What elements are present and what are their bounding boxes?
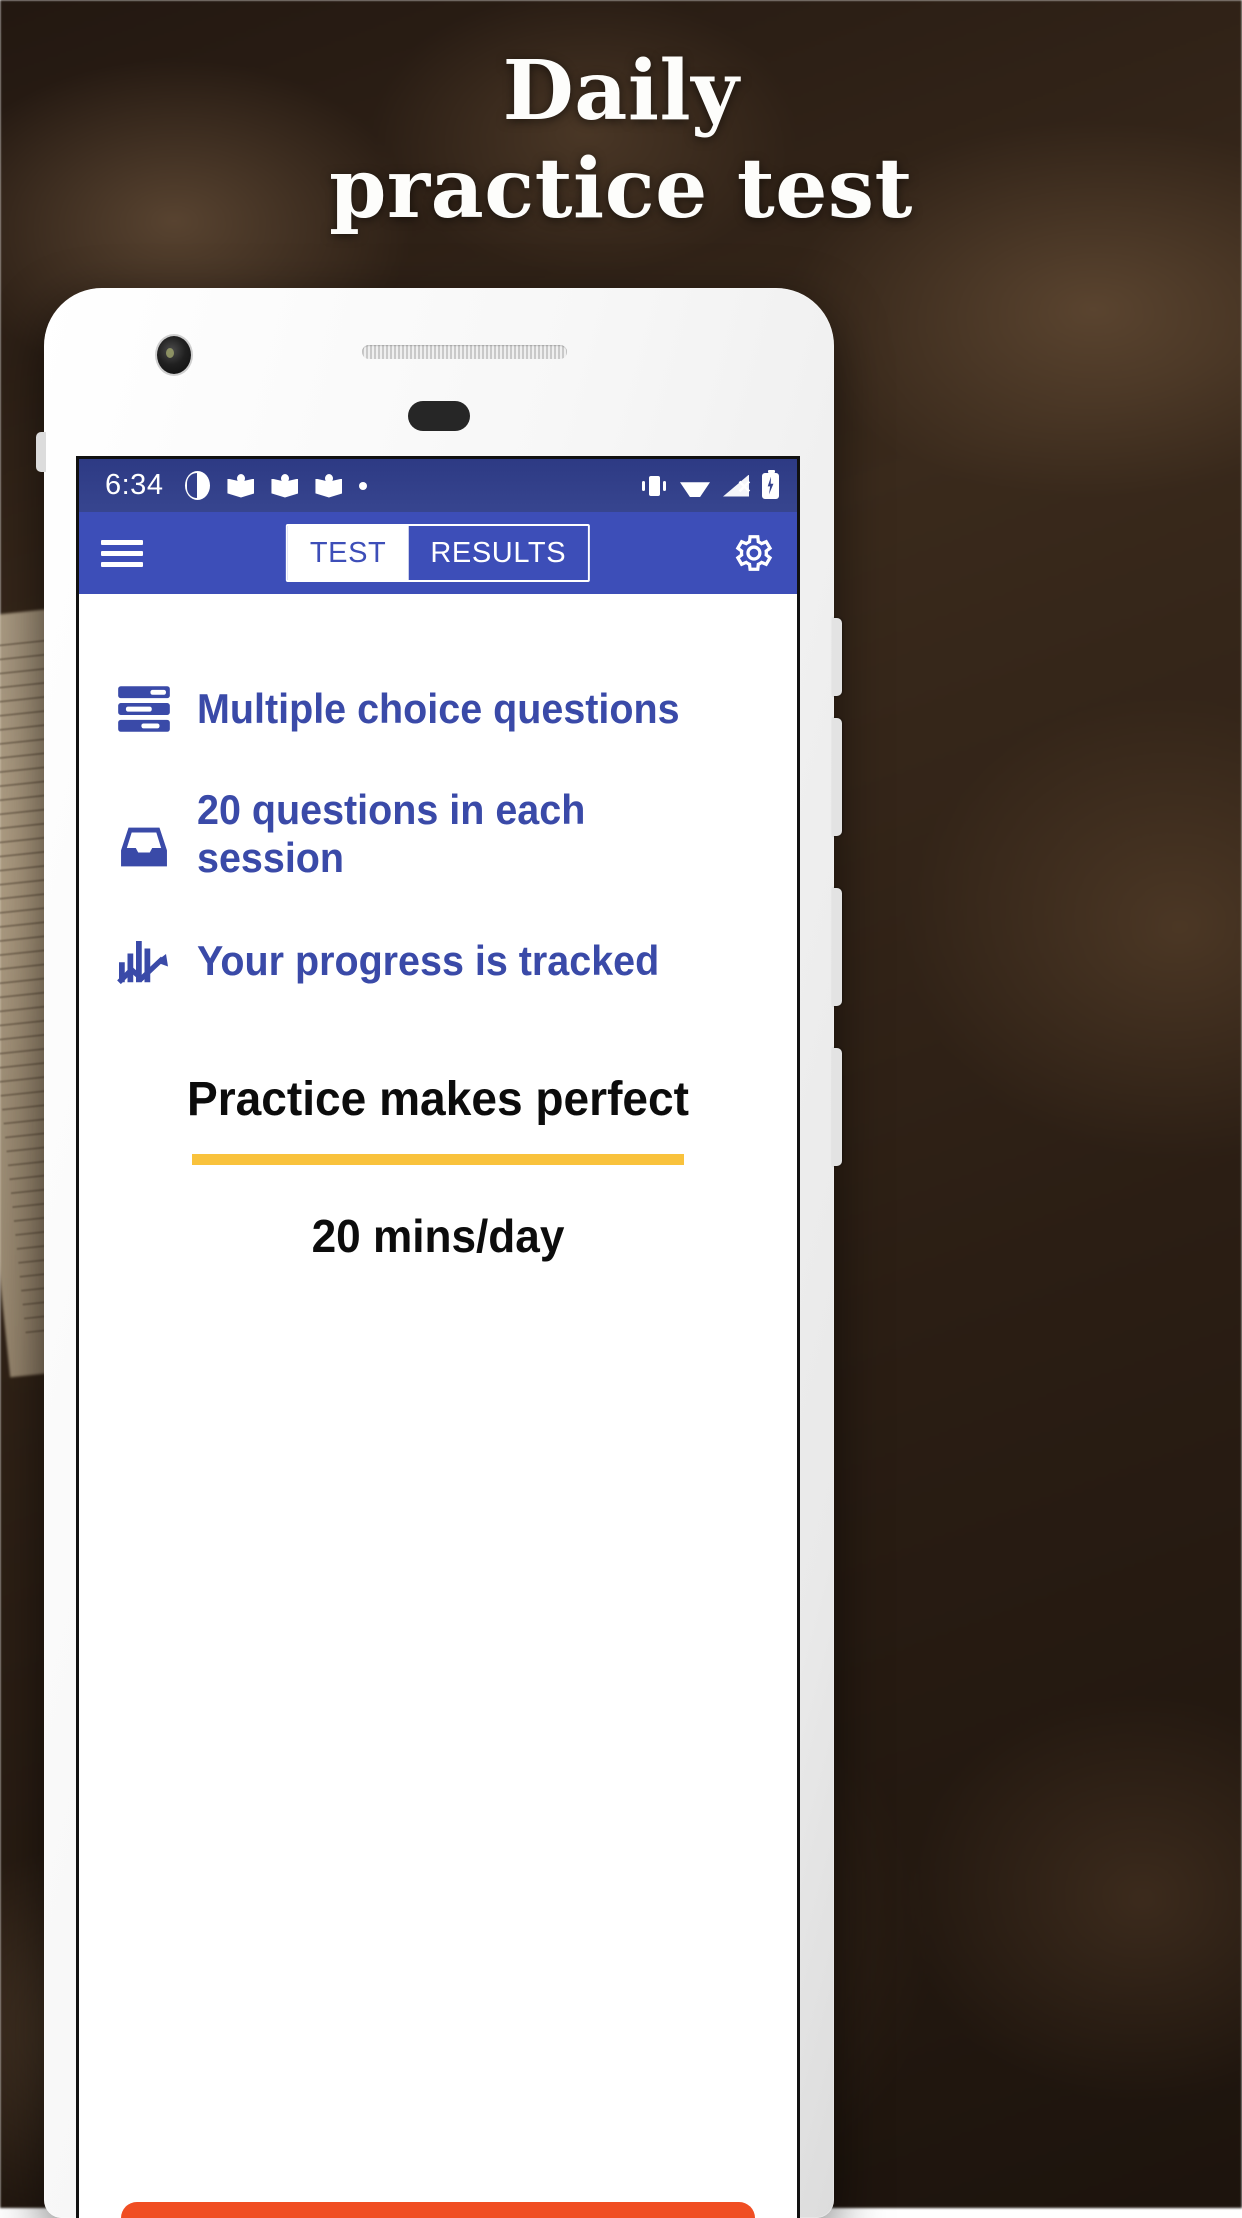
feature-label: Your progress is tracked (197, 937, 659, 985)
promo-headline: Daily practice test (0, 42, 1242, 238)
tagline-underline-divider (192, 1154, 684, 1165)
headline-line-2: practice test (0, 140, 1242, 238)
phone-mockup: 6:34 ✕ TEST (44, 288, 834, 2218)
screen-content: Multiple choice questions 20 questions i… (79, 674, 797, 2218)
status-bar: 6:34 ✕ (79, 459, 797, 512)
feature-row: Multiple choice questions (79, 674, 797, 744)
camera-lens-glint (166, 348, 174, 358)
wifi-icon (680, 475, 710, 497)
clock-icon (185, 471, 210, 500)
vibrate-icon (641, 474, 667, 498)
battery-charging-icon (762, 473, 779, 499)
tab-results[interactable]: RESULTS (408, 526, 588, 580)
feature-label: Multiple choice questions (197, 685, 680, 733)
book-icon (315, 474, 342, 498)
segmented-tabs: TEST RESULTS (286, 524, 590, 582)
home-button (408, 401, 470, 431)
list-lines-icon (109, 674, 179, 744)
phone-side-button (832, 718, 842, 836)
front-camera-icon (157, 336, 191, 374)
book-icon (271, 474, 298, 498)
tab-test[interactable]: TEST (288, 526, 409, 580)
phone-side-button (832, 1048, 842, 1166)
start-test-button[interactable] (121, 2202, 755, 2218)
feature-label: 20 questions in each session (197, 786, 733, 882)
phone-screen: 6:34 ✕ TEST (76, 456, 800, 2218)
bar-chart-trend-icon (109, 926, 179, 996)
inbox-tray-icon (109, 812, 179, 882)
phone-side-button-left (36, 432, 46, 472)
book-icon (227, 474, 254, 498)
gear-icon[interactable] (729, 530, 775, 576)
dot-icon (359, 482, 367, 490)
phone-side-button (832, 618, 842, 696)
status-bar-system-icons: ✕ (641, 473, 779, 499)
duration-label: 20 mins/day (93, 1209, 782, 1263)
tagline-heading: Practice makes perfect (93, 1072, 782, 1128)
feature-row: Your progress is tracked (79, 926, 797, 996)
status-bar-notification-icons (185, 471, 367, 500)
feature-row: 20 questions in each session (79, 786, 797, 882)
signal-off-icon: ✕ (723, 475, 749, 497)
headline-line-1: Daily (0, 42, 1242, 140)
status-bar-clock: 6:34 (105, 469, 163, 502)
hamburger-menu-icon[interactable] (101, 538, 143, 568)
earpiece-speaker-icon (362, 345, 567, 359)
app-toolbar: TEST RESULTS (79, 512, 797, 594)
phone-side-button (832, 888, 842, 1006)
